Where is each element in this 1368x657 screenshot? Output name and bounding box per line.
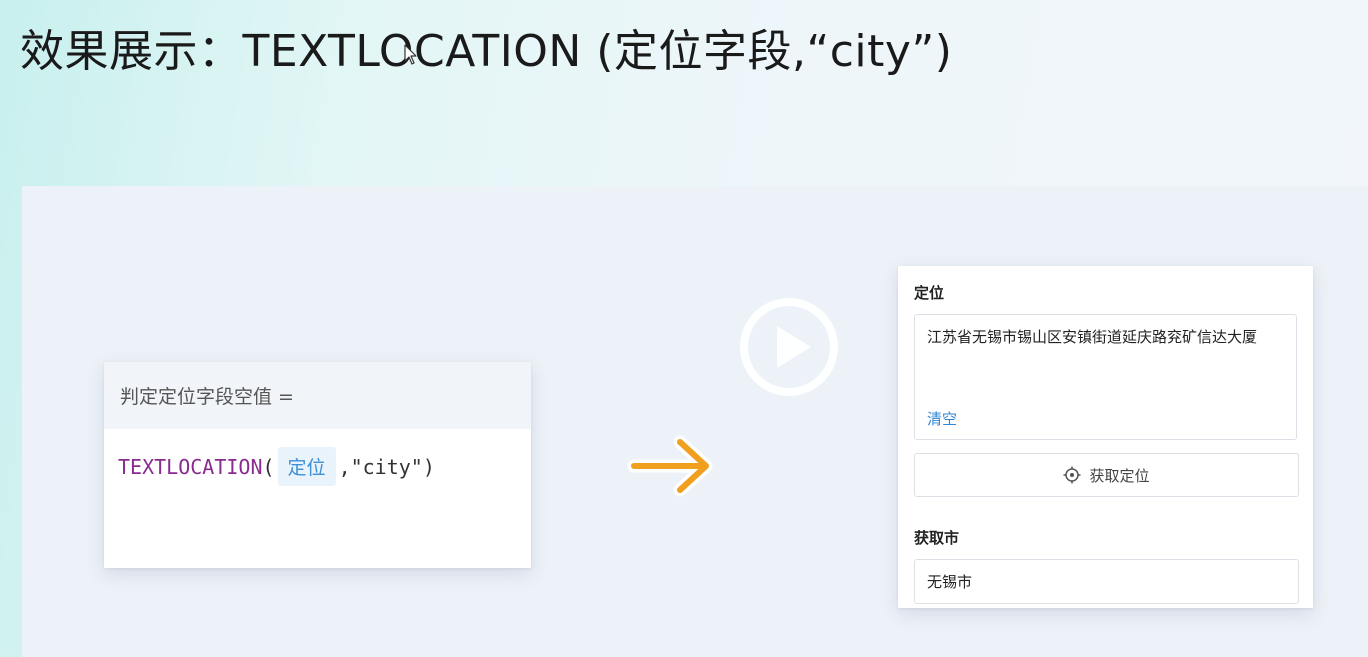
formula-card: 判定定位字段空值 = TEXTLOCATION ( 定位 ,"city") bbox=[104, 362, 531, 568]
formula-field-chip[interactable]: 定位 bbox=[277, 447, 336, 486]
crosshair-icon bbox=[1063, 466, 1081, 484]
mouse-pointer-icon bbox=[404, 44, 417, 65]
formula-header: 判定定位字段空值 = bbox=[104, 362, 531, 429]
formula-expression[interactable]: TEXTLOCATION ( 定位 ,"city") bbox=[104, 429, 531, 486]
right-arrow-icon bbox=[628, 435, 713, 497]
city-value: 无锡市 bbox=[927, 573, 973, 591]
formula-open-paren: ( bbox=[262, 454, 275, 479]
get-location-button[interactable]: 获取定位 bbox=[914, 453, 1299, 497]
get-location-label: 获取定位 bbox=[1089, 466, 1150, 485]
city-field[interactable]: 无锡市 bbox=[914, 559, 1299, 604]
location-value: 江苏省无锡市锡山区安镇街道延庆路兖矿信达大厦 bbox=[927, 328, 1258, 346]
formula-function-name: TEXTLOCATION bbox=[118, 454, 263, 479]
city-field-label: 获取市 bbox=[914, 529, 960, 547]
form-card: 定位 江苏省无锡市锡山区安镇街道延庆路兖矿信达大厦 清空 获取定位 获取市 无锡… bbox=[898, 266, 1313, 608]
clear-location-link[interactable]: 清空 bbox=[927, 408, 957, 429]
location-field[interactable]: 江苏省无锡市锡山区安镇街道延庆路兖矿信达大厦 清空 bbox=[914, 314, 1297, 440]
play-icon[interactable] bbox=[738, 296, 840, 398]
slide-title: 效果展示：TEXTLOCATION (定位字段,“city”) bbox=[20, 26, 953, 77]
location-field-label: 定位 bbox=[914, 284, 945, 302]
formula-argument: ,"city") bbox=[338, 454, 435, 479]
